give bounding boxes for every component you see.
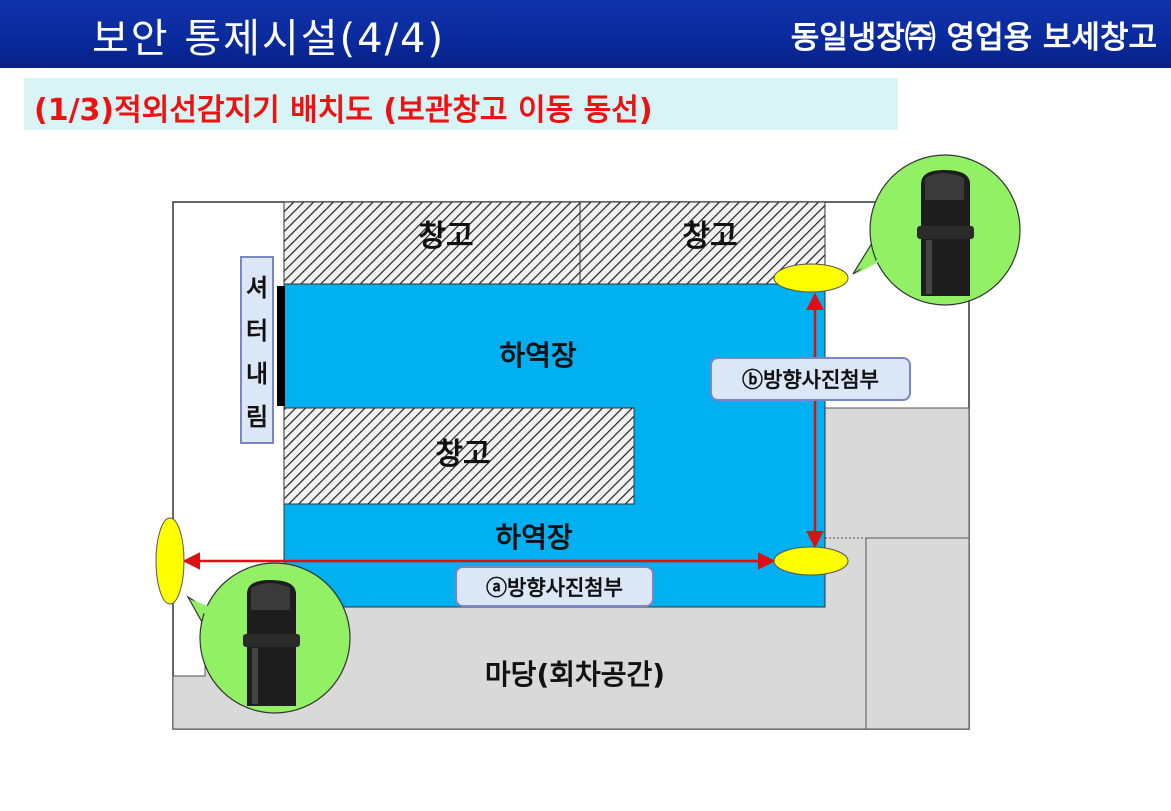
warehouse-top-right-label: 창고 [682,219,737,254]
shutter-bar [277,286,285,406]
warehouse-middle-label: 창고 [435,437,490,472]
warehouse-top-left-label: 창고 [418,219,473,254]
sensor-top-right [773,263,849,293]
shutter-char: 내 [245,360,269,388]
direction-a-label: ⓐ방향사진첨부 [455,566,654,607]
loading-top-label: 하역장 [499,339,577,372]
yard-label: 마당(회차공간) [485,658,665,691]
shutter-label: 셔 터 내 림 [240,256,274,444]
shutter-char: 터 [245,317,269,345]
sensor-bottom-right [773,546,849,576]
loading-bottom-label: 하역장 [495,521,573,554]
shutter-char: 림 [245,403,269,431]
ir-sensor-device-icon-2 [243,580,300,706]
sensor-left [155,517,185,605]
direction-b-label: ⓑ방향사진첨부 [710,357,911,401]
ir-sensor-device-icon [917,170,974,296]
side-block [865,537,970,730]
floor-plan-diagram: 창고 창고 창고 하역장 하역장 마당(회차공간) [155,154,1021,730]
shutter-char: 셔 [245,274,269,302]
